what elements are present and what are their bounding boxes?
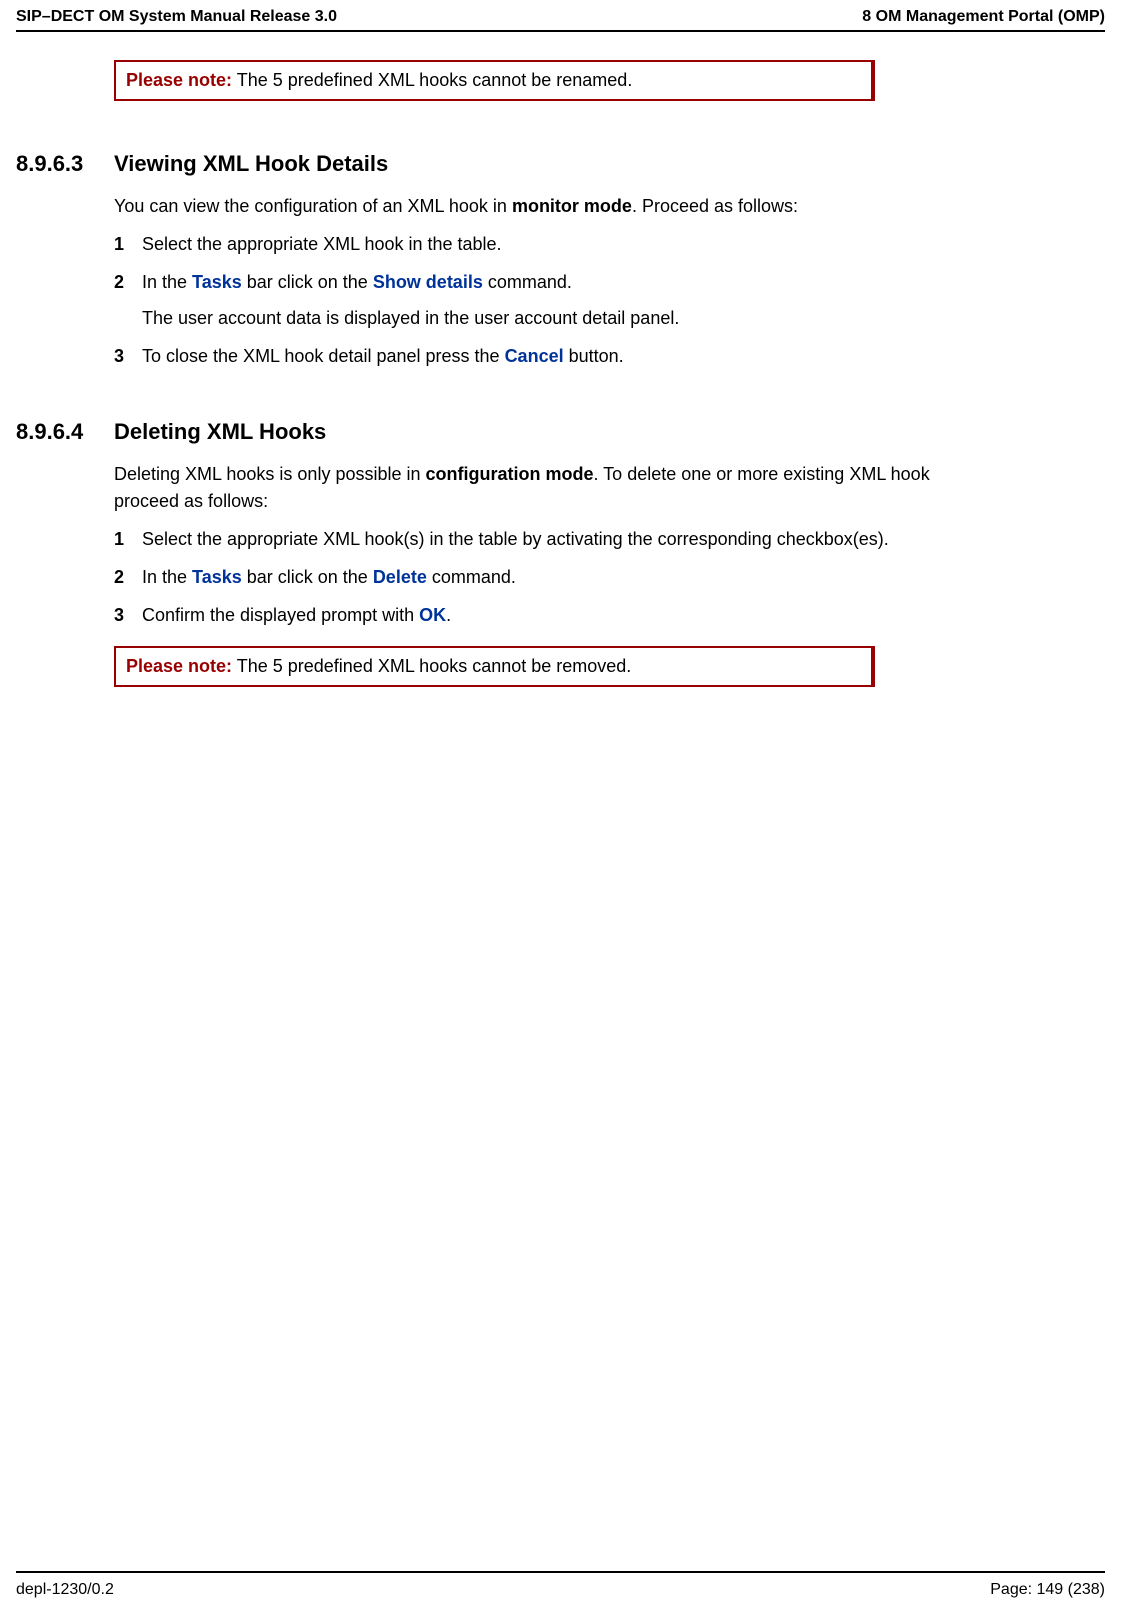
step-3: Confirm the displayed prompt with OK. (114, 602, 985, 628)
section-heading-8-9-6-3: 8.9.6.3 Viewing XML Hook Details (16, 151, 1105, 177)
section-body-8-9-6-4: Deleting XML hooks is only possible in c… (114, 461, 985, 627)
page: SIP–DECT OM System Manual Release 3.0 8 … (0, 0, 1121, 1609)
step-1: Select the appropriate XML hook in the t… (114, 231, 985, 257)
step-2-text-c: command. (427, 567, 516, 587)
step-2-text-b: bar click on the (242, 272, 373, 292)
steps-list: Select the appropriate XML hook(s) in th… (114, 526, 985, 628)
intro-text-2: . Proceed as follows: (632, 196, 798, 216)
section-title: Deleting XML Hooks (114, 419, 326, 445)
page-header: SIP–DECT OM System Manual Release 3.0 8 … (16, 8, 1105, 32)
step-1: Select the appropriate XML hook(s) in th… (114, 526, 985, 552)
step-2: In the Tasks bar click on the Delete com… (114, 564, 985, 590)
step-1-text: Select the appropriate XML hook in the t… (142, 234, 502, 254)
tasks-link: Tasks (192, 567, 242, 587)
content: Please note: The 5 predefined XML hooks … (16, 60, 1105, 687)
step-2-subtext: The user account data is displayed in th… (142, 305, 985, 331)
step-3-text-b: button. (564, 346, 624, 366)
page-footer: depl-1230/0.2 Page: 149 (238) (16, 1571, 1105, 1599)
note-1-label: Please note: (126, 70, 232, 90)
section-title: Viewing XML Hook Details (114, 151, 388, 177)
step-2-text-c: command. (483, 272, 572, 292)
note-2-label: Please note: (126, 656, 232, 676)
tasks-link: Tasks (192, 272, 242, 292)
step-3-text-a: To close the XML hook detail panel press… (142, 346, 505, 366)
intro-text-1: You can view the configuration of an XML… (114, 196, 512, 216)
step-2-text-a: In the (142, 272, 192, 292)
section-heading-8-9-6-4: 8.9.6.4 Deleting XML Hooks (16, 419, 1105, 445)
delete-link: Delete (373, 567, 427, 587)
section-number: 8.9.6.3 (16, 151, 114, 177)
intro-text-1: Deleting XML hooks is only possible in (114, 464, 426, 484)
intro-paragraph: Deleting XML hooks is only possible in c… (114, 461, 985, 513)
section-body-8-9-6-3: You can view the configuration of an XML… (114, 193, 985, 369)
note-box-2: Please note: The 5 predefined XML hooks … (114, 646, 875, 687)
section-8-9-6-3: 8.9.6.3 Viewing XML Hook Details You can… (16, 151, 1105, 369)
header-left: SIP–DECT OM System Manual Release 3.0 (16, 8, 337, 26)
step-1-text: Select the appropriate XML hook(s) in th… (142, 529, 889, 549)
note-box-1: Please note: The 5 predefined XML hooks … (114, 60, 875, 101)
step-2-text-a: In the (142, 567, 192, 587)
note-1-text: The 5 predefined XML hooks cannot be ren… (237, 70, 633, 90)
steps-list: Select the appropriate XML hook in the t… (114, 231, 985, 369)
section-8-9-6-4: 8.9.6.4 Deleting XML Hooks Deleting XML … (16, 419, 1105, 627)
intro-paragraph: You can view the configuration of an XML… (114, 193, 985, 219)
show-details-link: Show details (373, 272, 483, 292)
ok-link: OK (419, 605, 446, 625)
step-2-text-b: bar click on the (242, 567, 373, 587)
cancel-link: Cancel (505, 346, 564, 366)
step-3-text-b: . (446, 605, 451, 625)
intro-mode: monitor mode (512, 196, 632, 216)
note-2-text: The 5 predefined XML hooks cannot be rem… (237, 656, 632, 676)
footer-left: depl-1230/0.2 (16, 1581, 114, 1599)
section-number: 8.9.6.4 (16, 419, 114, 445)
header-right: 8 OM Management Portal (OMP) (862, 8, 1105, 26)
step-2: In the Tasks bar click on the Show detai… (114, 269, 985, 331)
footer-right: Page: 149 (238) (990, 1581, 1105, 1599)
intro-mode: configuration mode (426, 464, 594, 484)
step-3-text-a: Confirm the displayed prompt with (142, 605, 419, 625)
step-3: To close the XML hook detail panel press… (114, 343, 985, 369)
